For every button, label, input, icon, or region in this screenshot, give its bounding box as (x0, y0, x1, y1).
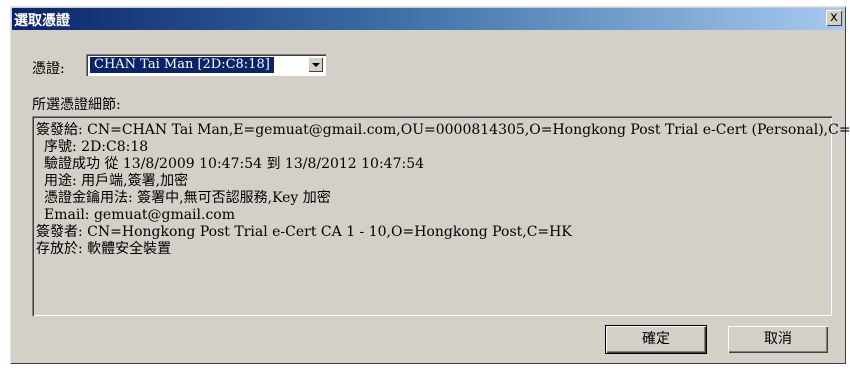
cancel-button[interactable]: 取消 (728, 326, 828, 353)
detail-issuer: 簽發者: CN=Hongkong Post Trial e-Cert CA 1 … (36, 224, 572, 240)
detail-purpose: 用途: 用戶端,簽署,加密 (44, 173, 189, 189)
certificate-dropdown-value: CHAN Tai Man [2D:C8:18] (89, 56, 275, 74)
certificate-details-box[interactable]: 簽發給: CN=CHAN Tai Man,E=gemuat@gmail.com,… (32, 116, 850, 316)
details-heading: 所選憑證細節: (32, 97, 121, 113)
select-certificate-dialog: 選取憑證 x 憑證: CHAN Tai Man [2D:C8:18] 所選憑證細… (10, 6, 850, 364)
close-button[interactable]: x (826, 10, 842, 26)
chevron-down-icon[interactable] (308, 57, 323, 72)
certificate-label: 憑證: (32, 61, 65, 77)
dialog-title: 選取憑證 (14, 13, 70, 29)
detail-validity: 驗證成功 從 13/8/2009 10:47:54 到 13/8/2012 10… (44, 156, 425, 172)
detail-email: Email: gemuat@gmail.com (44, 207, 236, 223)
ok-button[interactable]: 確定 (605, 325, 707, 354)
detail-storage: 存放於: 軟體安全裝置 (36, 241, 172, 257)
detail-key-usage: 憑證金鑰用法: 簽署中,無可否認服務,Key 加密 (44, 190, 331, 206)
certificate-dropdown[interactable]: CHAN Tai Man [2D:C8:18] (86, 54, 326, 76)
detail-issued-to: 簽發給: CN=CHAN Tai Man,E=gemuat@gmail.com,… (36, 122, 850, 138)
detail-serial: 序號: 2D:C8:18 (44, 139, 149, 155)
title-bar[interactable]: 選取憑證 x (12, 8, 844, 30)
